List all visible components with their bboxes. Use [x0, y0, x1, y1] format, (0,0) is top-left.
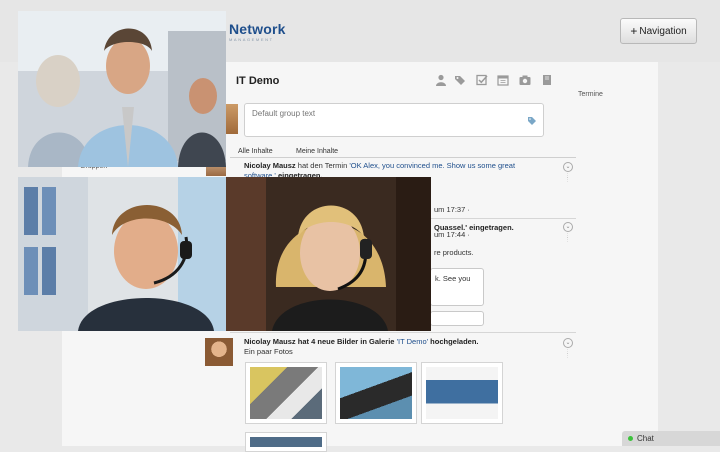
post-timestamp: um 17:37 · — [434, 205, 470, 214]
post-timestamp: um 17:44 · — [434, 230, 470, 239]
camera-icon[interactable] — [519, 74, 531, 86]
navigation-button[interactable]: + Navigation — [620, 18, 697, 44]
event-link[interactable]: 'OK Alex, you convinced me. Show us some… — [349, 161, 515, 170]
gallery-thumbnail[interactable] — [421, 362, 503, 424]
post-action: hat den Termin — [297, 161, 348, 170]
feed-post-3: Nicolay Mausz hat 4 neue Bilder in Galer… — [244, 337, 564, 357]
brand-logo-text[interactable]: Network — [229, 21, 286, 37]
divider — [230, 157, 576, 158]
drag-handle-icon[interactable]: ⋮ ⋮ — [565, 350, 570, 362]
navigation-button-label: Navigation — [639, 25, 687, 37]
book-icon[interactable] — [541, 74, 553, 86]
avatar — [205, 338, 233, 366]
plus-icon: + — [630, 24, 638, 38]
group-title: IT Demo — [236, 75, 280, 87]
online-status-icon — [628, 436, 633, 441]
drag-handle-icon[interactable]: ⋮ ⋮ — [565, 174, 570, 186]
composer-input[interactable] — [250, 108, 524, 119]
chevron-down-icon[interactable]: ⌄ — [563, 338, 573, 348]
tags-icon[interactable] — [454, 74, 466, 86]
post-composer[interactable] — [244, 103, 544, 137]
comment-text: k. See you — [435, 274, 471, 283]
filter-all-content[interactable]: Alle Inhalte — [238, 148, 273, 155]
user-icon[interactable] — [435, 74, 447, 86]
gallery-thumbnail[interactable] — [245, 432, 327, 452]
tag-icon[interactable] — [527, 116, 537, 126]
comment-box[interactable]: k. See you — [430, 268, 484, 306]
chevron-down-icon[interactable]: ⌄ — [563, 222, 573, 232]
brand-subtitle: MANAGEMENT — [229, 37, 274, 42]
post-action: hat 4 neue Bilder in Galerie — [297, 337, 395, 346]
filter-my-content[interactable]: Meine Inhalte — [296, 148, 338, 155]
post-author[interactable]: Nicolay Mausz — [244, 337, 296, 346]
support-agent-photo — [18, 177, 226, 331]
chat-label: Chat — [637, 434, 654, 443]
calendar-icon[interactable] — [497, 74, 509, 86]
gallery-thumbnail[interactable] — [245, 362, 327, 424]
checkbox-icon[interactable] — [476, 74, 488, 86]
chevron-down-icon[interactable]: ⌄ — [563, 162, 573, 172]
post-caption: Ein paar Fotos — [244, 347, 293, 356]
gallery-link[interactable]: 'IT Demo' — [397, 337, 428, 346]
support-agent-photo — [226, 177, 431, 331]
post-suffix: hochgeladen. — [430, 337, 479, 346]
gallery-thumbnail[interactable] — [335, 362, 417, 424]
post-body-fragment: re products. — [434, 248, 474, 257]
divider — [230, 332, 576, 333]
post-author[interactable]: Nicolay Mausz — [244, 161, 296, 170]
office-team-photo — [18, 11, 226, 167]
drag-handle-icon[interactable]: ⋮ ⋮ — [565, 234, 570, 246]
avatar — [226, 104, 238, 134]
termine-label: Termine — [578, 91, 603, 98]
reply-input[interactable] — [430, 311, 484, 326]
chat-bar[interactable]: Chat — [622, 431, 720, 446]
